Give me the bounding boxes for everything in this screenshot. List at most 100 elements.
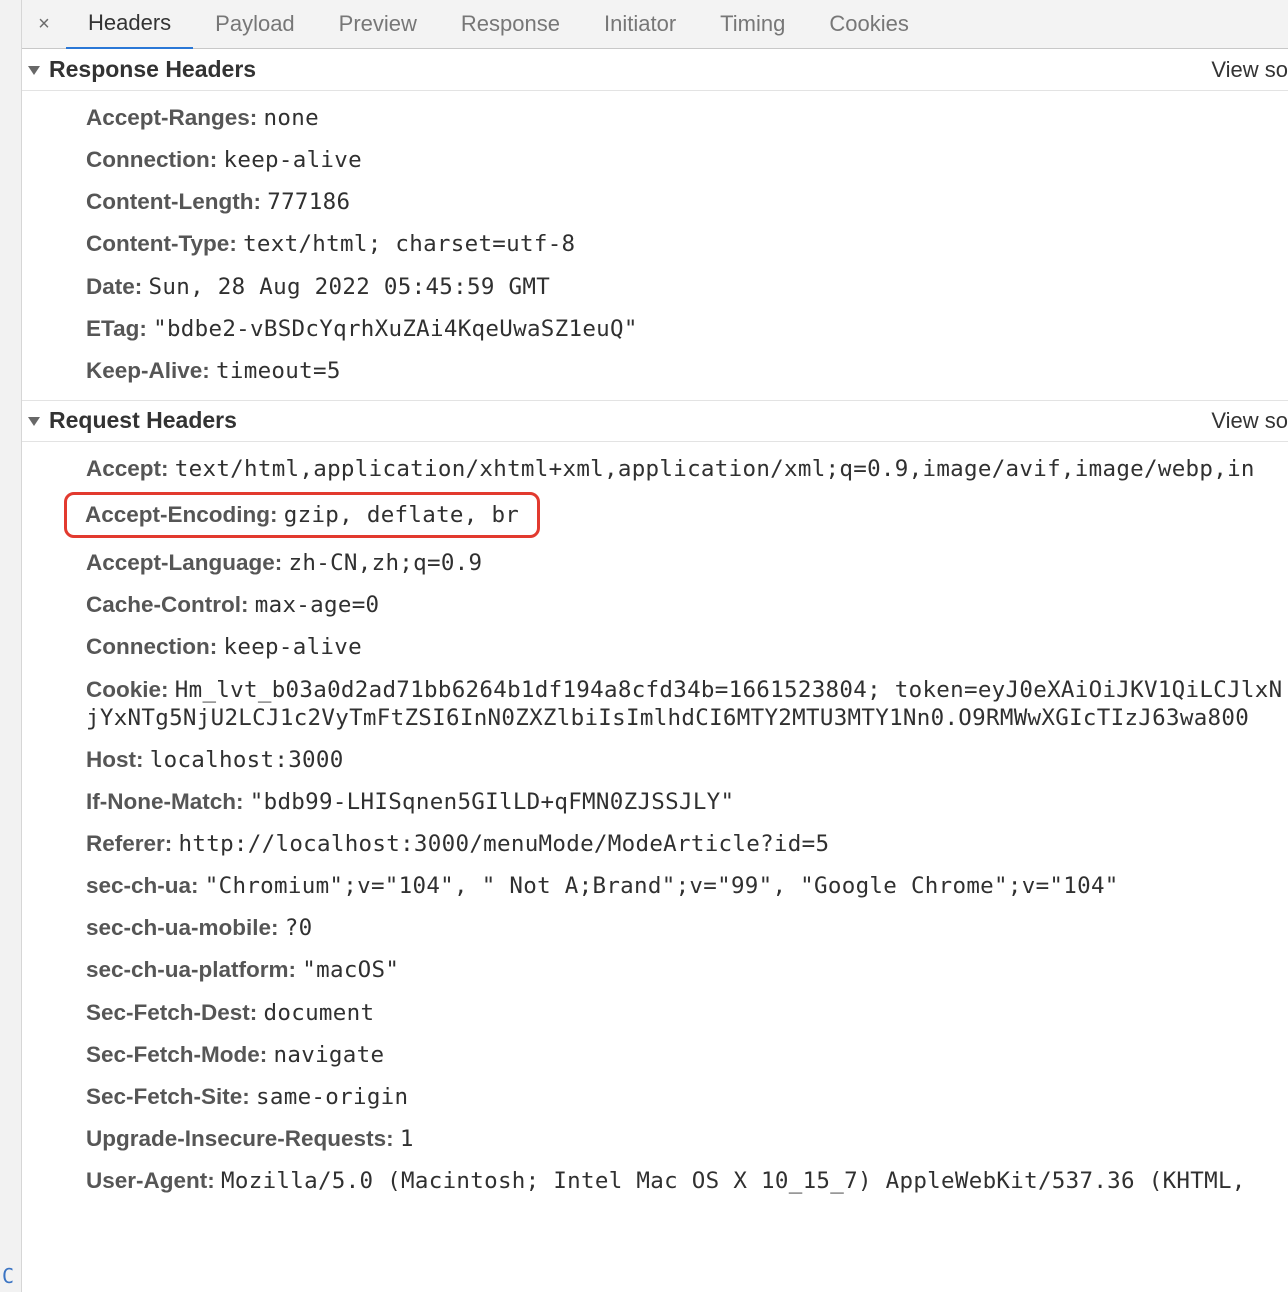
- tab-initiator[interactable]: Initiator: [582, 0, 698, 49]
- header-value: localhost:3000: [150, 747, 344, 773]
- disclosure-triangle-icon: [28, 417, 40, 426]
- tab-payload[interactable]: Payload: [193, 0, 317, 49]
- header-value: ?0: [285, 915, 313, 941]
- header-name: ETag: [86, 316, 153, 341]
- headers-panel: Response Headers View so Accept-Rangesno…: [22, 49, 1288, 1292]
- header-row: Content-Typetext/html; charset=utf-8: [22, 223, 1288, 265]
- header-value: 777186: [267, 189, 350, 215]
- header-row: CookieHm_lvt_b03a0d2ad71bb6264b1df194a8c…: [22, 669, 1288, 739]
- header-value: "bdb99-LHISqnen5GIlLD+qFMN0ZJSSJLY": [250, 789, 735, 815]
- gutter-marker: C: [2, 1264, 14, 1288]
- tab-label: Response: [461, 11, 560, 37]
- header-row: Upgrade-Insecure-Requests1: [22, 1118, 1288, 1160]
- header-value: 1: [400, 1126, 414, 1152]
- header-row: Connectionkeep-alive: [22, 139, 1288, 181]
- header-value: text/html,application/xhtml+xml,applicat…: [175, 456, 1255, 482]
- response-headers-header[interactable]: Response Headers View so: [22, 49, 1288, 91]
- tab-bar: × Headers Payload Preview Response Initi…: [22, 0, 1288, 49]
- header-value: same-origin: [256, 1084, 408, 1110]
- section-title: Request Headers: [49, 407, 237, 434]
- close-icon: ×: [38, 13, 50, 36]
- header-name: Connection: [86, 634, 224, 659]
- header-value: Mozilla/5.0 (Macintosh; Intel Mac OS X 1…: [221, 1168, 1246, 1194]
- section-title: Response Headers: [49, 56, 256, 83]
- header-row: If-None-Match"bdb99-LHISqnen5GIlLD+qFMN0…: [22, 781, 1288, 823]
- header-row: Keep-Alivetimeout=5: [22, 350, 1288, 392]
- header-name: Referer: [86, 831, 179, 856]
- header-name: Sec-Fetch-Site: [86, 1084, 256, 1109]
- tab-label: Initiator: [604, 11, 676, 37]
- header-value: Hm_lvt_b03a0d2ad71bb6264b1df194a8cfd34b=…: [86, 677, 1282, 731]
- header-name: sec-ch-ua-platform: [86, 957, 302, 982]
- left-gutter: C: [0, 0, 22, 1292]
- header-row: Content-Length777186: [22, 181, 1288, 223]
- header-name: Connection: [86, 147, 224, 172]
- header-name: Upgrade-Insecure-Requests: [86, 1126, 400, 1151]
- header-row: Accept-Encodinggzip, deflate, br: [85, 501, 519, 529]
- header-row: Accept-Languagezh-CN,zh;q=0.9: [22, 542, 1288, 584]
- header-name: Content-Length: [86, 189, 267, 214]
- header-value: http://localhost:3000/menuMode/ModeArtic…: [179, 831, 830, 857]
- tab-headers[interactable]: Headers: [66, 0, 193, 50]
- view-source-link[interactable]: View so: [1211, 57, 1288, 83]
- header-row: Sec-Fetch-Destdocument: [22, 992, 1288, 1034]
- header-row: Refererhttp://localhost:3000/menuMode/Mo…: [22, 823, 1288, 865]
- tab-label: Preview: [339, 11, 417, 37]
- tab-label: Headers: [88, 10, 171, 36]
- header-value: gzip, deflate, br: [284, 502, 519, 528]
- header-name: sec-ch-ua: [86, 873, 205, 898]
- tab-preview[interactable]: Preview: [317, 0, 439, 49]
- header-row: Sec-Fetch-Modenavigate: [22, 1034, 1288, 1076]
- header-name: Cache-Control: [86, 592, 255, 617]
- header-name: Cookie: [86, 677, 175, 702]
- response-headers-list: Accept-RangesnoneConnectionkeep-aliveCon…: [22, 91, 1288, 400]
- header-row: Hostlocalhost:3000: [22, 739, 1288, 781]
- header-value: keep-alive: [224, 634, 362, 660]
- header-row: Connectionkeep-alive: [22, 626, 1288, 668]
- header-value: "macOS": [302, 957, 399, 983]
- header-row: Sec-Fetch-Sitesame-origin: [22, 1076, 1288, 1118]
- header-row: User-AgentMozilla/5.0 (Macintosh; Intel …: [22, 1160, 1288, 1202]
- header-value: text/html; charset=utf-8: [243, 231, 575, 257]
- header-name: Date: [86, 274, 149, 299]
- header-row: Accepttext/html,application/xhtml+xml,ap…: [22, 448, 1288, 490]
- header-name: sec-ch-ua-mobile: [86, 915, 285, 940]
- header-name: Accept-Ranges: [86, 105, 264, 130]
- header-value: navigate: [274, 1042, 385, 1068]
- header-row: Accept-Rangesnone: [22, 97, 1288, 139]
- header-name: If-None-Match: [86, 789, 250, 814]
- header-value: "Chromium";v="104", " Not A;Brand";v="99…: [205, 873, 1119, 899]
- header-row: sec-ch-ua-platform"macOS": [22, 949, 1288, 991]
- tab-label: Cookies: [829, 11, 908, 37]
- header-name: Host: [86, 747, 150, 772]
- header-value: "bdbe2-vBSDcYqrhXuZAi4KqeUwaSZ1euQ": [153, 316, 638, 342]
- view-source-link[interactable]: View so: [1211, 408, 1288, 434]
- header-value: keep-alive: [224, 147, 362, 173]
- header-value: timeout=5: [216, 358, 341, 384]
- header-value: max-age=0: [255, 592, 380, 618]
- tab-label: Payload: [215, 11, 295, 37]
- tab-response[interactable]: Response: [439, 0, 582, 49]
- header-value: document: [264, 1000, 375, 1026]
- header-name: Accept: [86, 456, 175, 481]
- close-button[interactable]: ×: [22, 0, 66, 49]
- header-row: Cache-Controlmax-age=0: [22, 584, 1288, 626]
- request-headers-header[interactable]: Request Headers View so: [22, 400, 1288, 442]
- tab-cookies[interactable]: Cookies: [807, 0, 930, 49]
- header-row: ETag"bdbe2-vBSDcYqrhXuZAi4KqeUwaSZ1euQ": [22, 308, 1288, 350]
- header-name: Content-Type: [86, 231, 243, 256]
- header-value: none: [264, 105, 319, 131]
- tab-timing[interactable]: Timing: [698, 0, 807, 49]
- header-name: User-Agent: [86, 1168, 221, 1193]
- header-row: DateSun, 28 Aug 2022 05:45:59 GMT: [22, 266, 1288, 308]
- disclosure-triangle-icon: [28, 66, 40, 75]
- header-row: sec-ch-ua"Chromium";v="104", " Not A;Bra…: [22, 865, 1288, 907]
- header-value: zh-CN,zh;q=0.9: [289, 550, 483, 576]
- header-name: Keep-Alive: [86, 358, 216, 383]
- header-value: Sun, 28 Aug 2022 05:45:59 GMT: [149, 274, 551, 300]
- highlighted-header: Accept-Encodinggzip, deflate, br: [64, 492, 540, 538]
- header-name: Accept-Language: [86, 550, 289, 575]
- header-name: Sec-Fetch-Mode: [86, 1042, 274, 1067]
- tab-label: Timing: [720, 11, 785, 37]
- request-headers-list: Accepttext/html,application/xhtml+xml,ap…: [22, 442, 1288, 1210]
